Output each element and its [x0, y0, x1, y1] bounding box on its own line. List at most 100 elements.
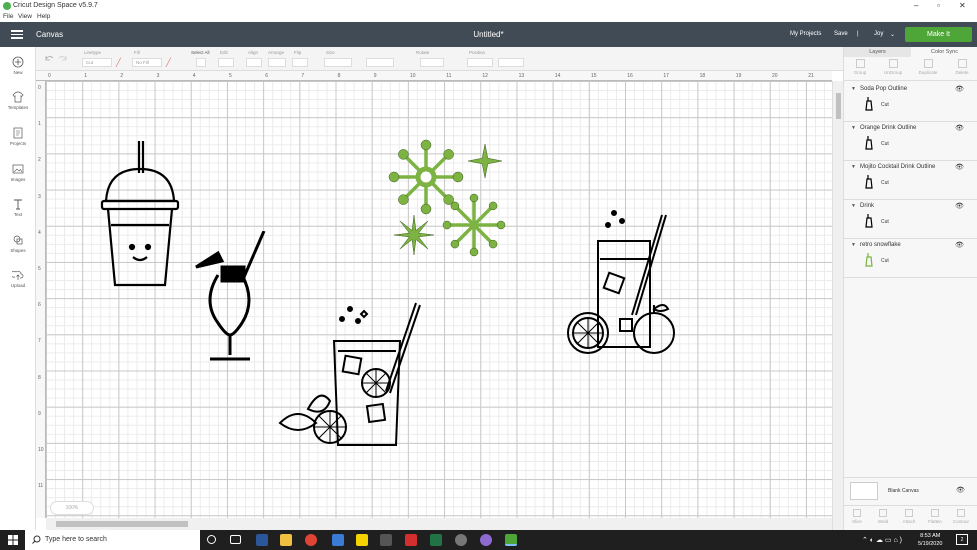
tab-color-sync[interactable]: Color Sync [911, 47, 977, 57]
vertical-scroll-thumb[interactable] [836, 93, 841, 119]
eye-icon[interactable]: 👁 [955, 241, 964, 249]
chevron-down-icon[interactable]: ⌄ [890, 31, 895, 38]
linetype-select[interactable]: Cut [82, 58, 112, 67]
retro-snowflake[interactable] [388, 137, 510, 259]
layer-item[interactable]: ▼ Soda Pop Outline 👁 Cut [844, 83, 977, 122]
linetype-color-icon[interactable]: ╱ [116, 58, 121, 67]
arrange-button[interactable] [268, 58, 286, 67]
drink-outline[interactable] [192, 231, 268, 363]
caret-down-icon[interactable]: ▼ [851, 86, 856, 92]
blank-canvas-row[interactable]: Blank Canvas 👁 [844, 477, 977, 505]
select-all-button[interactable] [196, 58, 206, 67]
fill-select[interactable]: No Fill [132, 58, 162, 67]
position-y-field[interactable] [498, 58, 524, 67]
quicken-icon[interactable] [405, 534, 417, 546]
edit-button[interactable] [218, 58, 234, 67]
layer-item[interactable]: ▼ Drink 👁 Cut [844, 200, 977, 239]
maximize-icon[interactable]: ▫ [937, 1, 940, 10]
blank-canvas-swatch[interactable] [850, 482, 878, 500]
layer-thumbnail[interactable] [861, 213, 877, 229]
horizontal-scroll-thumb[interactable] [56, 521, 188, 527]
notification-icon[interactable]: 2 [956, 534, 968, 545]
cortana-icon[interactable] [207, 535, 216, 544]
taskbar-clock[interactable]: 8:53 AM 5/19/2020 [918, 532, 942, 548]
flip-button[interactable] [292, 58, 308, 67]
soda-pop-outline[interactable] [100, 139, 180, 289]
rotate-field[interactable] [420, 58, 444, 67]
sticky-notes-icon[interactable] [356, 534, 368, 546]
layer-operation: Cut [881, 180, 889, 186]
caret-down-icon[interactable]: ▼ [851, 242, 856, 248]
layer-thumbnail[interactable] [861, 96, 877, 112]
layer-thumbnail[interactable] [861, 135, 877, 151]
layer-item[interactable]: ▼ Orange Drink Outline 👁 Cut [844, 122, 977, 161]
user-name[interactable]: Joy [874, 31, 883, 37]
tool-shapes[interactable]: Shapes [0, 234, 36, 253]
group-button[interactable]: Group [847, 59, 873, 75]
tool-text[interactable]: Text [0, 198, 36, 217]
position-x-field[interactable] [467, 58, 493, 67]
minimize-icon[interactable]: – [914, 1, 918, 10]
eye-icon[interactable]: 👁 [956, 486, 965, 494]
tool-projects[interactable]: Projects [0, 127, 36, 146]
caret-down-icon[interactable]: ▼ [851, 125, 856, 131]
layer-thumbnail[interactable] [861, 174, 877, 190]
tab-layers[interactable]: Layers [844, 47, 911, 57]
duplicate-button[interactable]: Duplicate [915, 59, 941, 75]
photos-icon[interactable] [480, 534, 492, 546]
eye-icon[interactable]: 👁 [955, 163, 964, 171]
my-projects-link[interactable]: My Projects [790, 31, 821, 37]
menu-help[interactable]: Help [37, 13, 50, 20]
attach-button[interactable]: Attach [896, 509, 922, 524]
size-width-field[interactable] [324, 58, 352, 67]
app-icon[interactable] [332, 534, 344, 546]
size-height-field[interactable] [366, 58, 394, 67]
align-button[interactable] [246, 58, 262, 67]
make-it-button[interactable]: Make It [905, 27, 972, 42]
save-button[interactable]: Save [834, 31, 848, 37]
taskbar-search[interactable]: Type here to search [25, 530, 200, 550]
menu-file[interactable]: File [3, 13, 13, 20]
design-canvas[interactable] [46, 81, 832, 518]
word-icon[interactable] [256, 534, 268, 546]
fill-color-icon[interactable]: ╱ [166, 58, 171, 67]
caret-down-icon[interactable]: ▼ [851, 164, 856, 170]
tool-templates[interactable]: Templates [0, 91, 36, 110]
header-separator: | [857, 31, 859, 37]
tool-upload[interactable]: Upload [0, 269, 36, 288]
eye-icon[interactable]: 👁 [955, 124, 964, 132]
layer-item[interactable]: ▼ retro snowflake 👁 Cut [844, 239, 977, 278]
menu-view[interactable]: View [18, 13, 32, 20]
settings-gear-icon[interactable] [455, 534, 467, 546]
weld-button[interactable]: Weld [870, 509, 896, 524]
vertical-scrollbar[interactable] [832, 81, 843, 530]
horizontal-scrollbar[interactable] [46, 518, 832, 530]
cricut-taskbar-icon[interactable] [505, 534, 517, 546]
tool-new[interactable]: New [0, 56, 36, 75]
excel-icon[interactable] [430, 534, 442, 546]
ungroup-button[interactable]: UnGroup [880, 59, 906, 75]
eye-icon[interactable]: 👁 [955, 85, 964, 93]
orange-drink-outline[interactable] [566, 207, 678, 357]
zoom-control[interactable]: 100% [50, 501, 94, 515]
eye-icon[interactable]: 👁 [955, 202, 964, 210]
chrome-icon[interactable] [305, 534, 317, 546]
system-tray-icons[interactable]: ⌃ ◐ ☁ ▭ ⌂ ) [862, 536, 902, 544]
layer-item[interactable]: ▼ Mojito Cocktail Drink Outline 👁 Cut [844, 161, 977, 200]
undo-redo-icon[interactable] [44, 54, 68, 64]
vertical-ruler: 0 1 2 3 4 5 6 7 8 9 10 11 [36, 81, 46, 518]
file-explorer-icon[interactable] [280, 534, 292, 546]
task-view-icon[interactable] [230, 535, 241, 544]
calculator-icon[interactable] [380, 534, 392, 546]
close-icon[interactable]: ✕ [959, 1, 966, 10]
layer-thumbnail[interactable] [861, 252, 877, 268]
delete-button[interactable]: Delete [949, 59, 975, 75]
flatten-button[interactable]: Flatten [922, 509, 948, 524]
linetype-label: Linetype [84, 50, 102, 55]
caret-down-icon[interactable]: ▼ [851, 203, 856, 209]
slice-button[interactable]: Slice [844, 509, 870, 524]
contour-button[interactable]: Contour [948, 509, 974, 524]
tool-images[interactable]: Images [0, 163, 36, 182]
mojito-cocktail-drink-outline[interactable] [278, 299, 438, 449]
windows-start-icon[interactable] [8, 535, 18, 545]
